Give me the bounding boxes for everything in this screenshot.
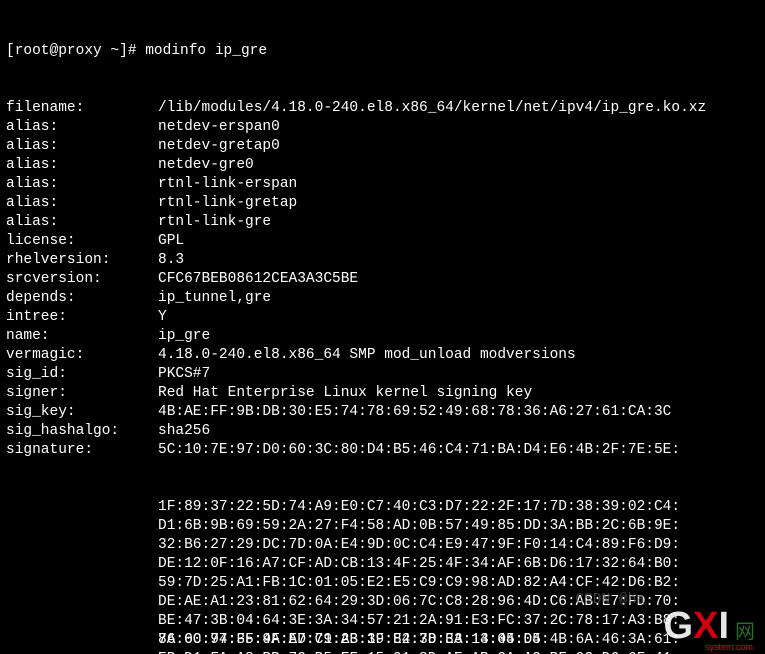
field-key: name: [6,327,158,346]
field-row: sig_hashalgo:sha256 [6,422,759,441]
field-row: alias:netdev-erspan0 [6,118,759,137]
shell-prompt: [root@proxy ~]# modinfo ip_gre [6,42,267,61]
field-key: license: [6,232,158,251]
signature-value: 1F:89:37:22:5D:74:A9:E0:C7:40:C3:D7:22:2… [158,498,680,517]
field-value: rtnl-link-gretap [158,194,297,213]
field-key: srcversion: [6,270,158,289]
field-value: PKCS#7 [158,365,210,384]
field-value: 8.3 [158,251,184,270]
field-key: filename: [6,99,158,118]
field-value: ip_gre [158,327,210,346]
field-row: alias:netdev-gretap0 [6,137,759,156]
field-key: signature: [6,441,158,460]
field-value: GPL [158,232,184,251]
signature-value: BE:47:3B:04:64:3E:3A:34:57:21:2A:91:E3:F… [158,612,680,631]
field-row: depends:ip_tunnel,gre [6,289,759,308]
field-row: rhelversion:8.3 [6,251,759,270]
field-value: 4.18.0-240.el8.x86_64 SMP mod_unload mod… [158,346,584,365]
signature-line: EB:D1:FA:A8:BB:72:B5:EF:15:91:8D:AF:AB:2… [6,650,759,654]
field-value: rtnl-link-gre [158,213,271,232]
signature-line: 1F:89:37:22:5D:74:A9:E0:C7:40:C3:D7:22:2… [6,498,759,517]
signature-value: DE:12:0F:16:A7:CF:AD:CB:13:4F:25:4F:34:A… [158,555,680,574]
field-row: srcversion:CFC67BEB08612CEA3A3C5BE [6,270,759,289]
field-row: license:GPL [6,232,759,251]
field-key: alias: [6,213,158,232]
field-value: Red Hat Enterprise Linux kernel signing … [158,384,532,403]
signature-value: 32:B6:27:29:DC:7D:0A:E4:9D:0C:C4:E9:47:9… [158,536,680,555]
logo-g: G [664,605,694,648]
field-value: 4B:AE:FF:9B:DB:30:E5:74:78:69:52:49:68:7… [158,403,671,422]
field-key: alias: [6,137,158,156]
signature-value: EB:D1:FA:A8:BB:72:B5:EF:15:91:8D:AF:AB:2… [158,650,680,654]
logo-wang: 网 [735,615,755,644]
field-key: sig_id: [6,365,158,384]
field-value: CFC67BEB08612CEA3A3C5BE [158,270,358,289]
signature-line: DE:AE:A1:23:81:62:64:29:3D:06:7C:C8:28:9… [6,593,759,612]
signature-line: D1:6B:9B:69:59:2A:27:F4:58:AD:0B:57:49:8… [6,517,759,536]
modinfo-fields: filename:/lib/modules/4.18.0-240.el8.x86… [6,99,759,460]
field-value: rtnl-link-erspan [158,175,297,194]
last-partial-row: 7A:6C:94:F5:9A:E7:C1:23:1F:E2:7D:E3:14:0… [6,631,646,650]
field-row: intree:Y [6,308,759,327]
field-row: sig_id:PKCS#7 [6,365,759,384]
field-key: vermagic: [6,346,158,365]
logo-subtext: system.com [705,642,753,652]
csdn-watermark: CSDN @ha [575,592,645,608]
terminal-output: [root@proxy ~]# modinfo ip_gre filename:… [0,0,765,654]
field-row: vermagic:4.18.0-240.el8.x86_64 SMP mod_u… [6,346,759,365]
signature-value: D1:6B:9B:69:59:2A:27:F4:58:AD:0B:57:49:8… [158,517,680,536]
signature-value: 59:7D:25:A1:FB:1C:01:05:E2:E5:C9:C9:98:A… [158,574,680,593]
field-row: sig_key:4B:AE:FF:9B:DB:30:E5:74:78:69:52… [6,403,759,422]
field-row: signer:Red Hat Enterprise Linux kernel s… [6,384,759,403]
field-value: Y [158,308,167,327]
field-value: netdev-gre0 [158,156,254,175]
field-key: rhelversion: [6,251,158,270]
shell-prompt-line: [root@proxy ~]# modinfo ip_gre [6,42,759,61]
field-row: alias:netdev-gre0 [6,156,759,175]
field-key: alias: [6,156,158,175]
field-row: name:ip_gre [6,327,759,346]
field-key: alias: [6,118,158,137]
field-value: sha256 [158,422,210,441]
field-row: signature:5C:10:7E:97:D0:60:3C:80:D4:B5:… [6,441,759,460]
field-key: alias: [6,175,158,194]
field-key: alias: [6,194,158,213]
signature-line: DE:12:0F:16:A7:CF:AD:CB:13:4F:25:4F:34:A… [6,555,759,574]
field-key: intree: [6,308,158,327]
signature-line: BE:47:3B:04:64:3E:3A:34:57:21:2A:91:E3:F… [6,612,759,631]
field-row: alias:rtnl-link-gre [6,213,759,232]
field-key: signer: [6,384,158,403]
field-value: 5C:10:7E:97:D0:60:3C:80:D4:B5:46:C4:71:B… [158,441,680,460]
field-value: ip_tunnel,gre [158,289,271,308]
field-row: alias:rtnl-link-erspan [6,175,759,194]
field-value: netdev-gretap0 [158,137,280,156]
field-row: alias:rtnl-link-gretap [6,194,759,213]
signature-line: 59:7D:25:A1:FB:1C:01:05:E2:E5:C9:C9:98:A… [6,574,759,593]
field-key: sig_hashalgo: [6,422,158,441]
signature-line: 32:B6:27:29:DC:7D:0A:E4:9D:0C:C4:E9:47:9… [6,536,759,555]
field-value: /lib/modules/4.18.0-240.el8.x86_64/kerne… [158,99,706,118]
field-row: filename:/lib/modules/4.18.0-240.el8.x86… [6,99,759,118]
field-key: depends: [6,289,158,308]
field-key: sig_key: [6,403,158,422]
field-value: netdev-erspan0 [158,118,280,137]
